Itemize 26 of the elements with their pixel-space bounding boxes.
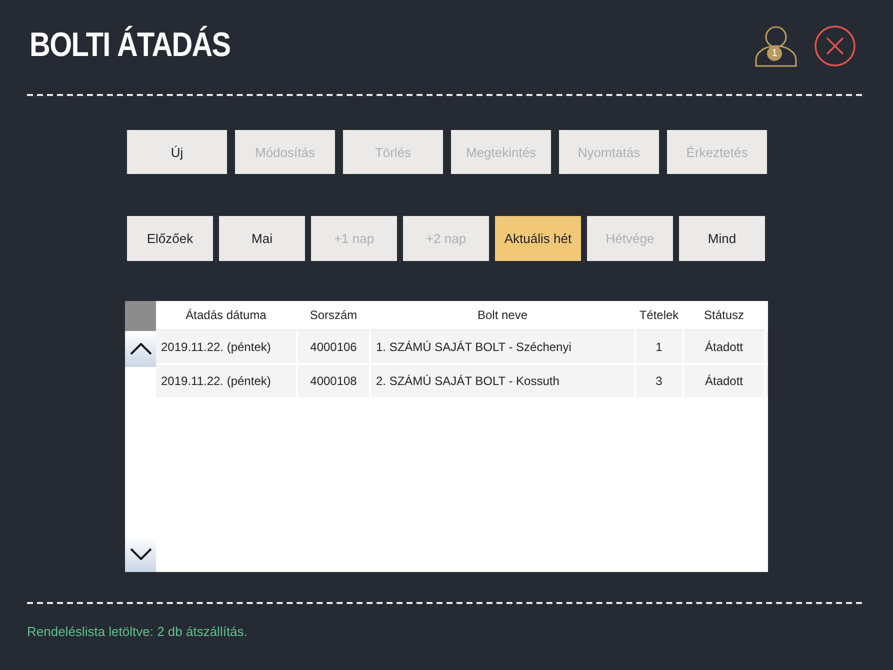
filter-button[interactable]: Aktuális hét — [495, 216, 581, 261]
user-count-badge: 1 — [767, 46, 782, 61]
chevron-up-icon — [130, 343, 152, 355]
table-cell: 2019.11.22. (péntek) — [156, 365, 298, 397]
close-button[interactable] — [814, 25, 856, 67]
page-title: BOLTI ÁTADÁS — [28, 26, 230, 64]
scroll-up-button[interactable] — [125, 331, 156, 367]
table-cell: 2. SZÁMÚ SAJÁT BOLT - Kossuth — [371, 365, 636, 397]
table-cell: 4000108 — [298, 365, 371, 397]
table-cell: 4000106 — [298, 331, 371, 363]
filter-button[interactable]: Mind — [679, 216, 765, 261]
filter-button[interactable]: Előzőek — [127, 216, 213, 261]
table-cell: Átadott — [684, 331, 766, 363]
close-icon — [814, 25, 856, 67]
table-cell: 3 — [636, 365, 684, 397]
filter-button[interactable]: Mai — [219, 216, 305, 261]
table-cell: 2019.11.22. (péntek) — [156, 331, 298, 363]
chevron-down-icon — [130, 548, 152, 560]
action-button[interactable]: Új — [127, 130, 227, 174]
table-cell: 1. SZÁMÚ SAJÁT BOLT - Széchenyi — [371, 331, 636, 363]
user-icon — [754, 24, 798, 68]
table-corner — [125, 301, 156, 331]
table-cell: 1 — [636, 331, 684, 363]
status-message: Rendeléslista letöltve: 2 db átszállítás. — [27, 624, 248, 639]
table-cell: Átadott — [684, 365, 766, 397]
scroll-down-button[interactable] — [125, 536, 156, 572]
